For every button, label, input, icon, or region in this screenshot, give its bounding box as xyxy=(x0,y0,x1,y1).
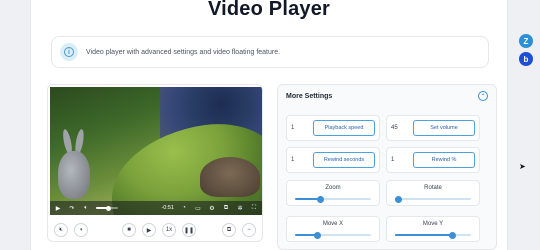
move-y-label: Move Y xyxy=(422,221,444,227)
speed-button[interactable]: 1x xyxy=(162,223,176,237)
page-container: Video Player i Video player with advance… xyxy=(30,0,508,250)
rewind-seconds-button[interactable]: Rewind seconds xyxy=(313,152,375,168)
rotate-label: Rotate xyxy=(424,185,442,191)
video-player-card: ▶ ↷ 🔈︎ -0:51 ◔ ▭ ⚙ ⧉ ✲ ⛶ 🔇︎ ◖ ■ ▶ 1x ❚❚ … xyxy=(47,84,263,242)
rewind-seconds-input[interactable]: 1 xyxy=(291,157,309,163)
rewind-percent-control: 1 Rewind % xyxy=(386,147,480,173)
volume-input[interactable]: 45 xyxy=(391,125,409,131)
z-badge-icon[interactable]: Z xyxy=(519,34,533,48)
stop-button[interactable]: ■ xyxy=(122,223,136,237)
settings-panel: More Settings ⌃ 1 Playback speed 45 Set … xyxy=(277,84,497,250)
info-icon: i xyxy=(60,43,78,61)
rewind-percent-button[interactable]: Rewind % xyxy=(413,152,475,168)
volume-icon[interactable]: 🔈︎ xyxy=(82,204,90,212)
fullscreen-icon[interactable]: ⛶ xyxy=(250,204,258,212)
playback-speed-input[interactable]: 1 xyxy=(291,125,309,131)
move-x-label: Move X xyxy=(322,221,344,227)
set-volume-button[interactable]: Set volume xyxy=(413,120,475,136)
rewind-percent-input[interactable]: 1 xyxy=(391,157,409,163)
playback-speed-control: 1 Playback speed xyxy=(286,115,380,141)
zoom-label: Zoom xyxy=(325,185,341,191)
playback-speed-button[interactable]: Playback speed xyxy=(313,120,375,136)
page-title: Video Player xyxy=(207,0,331,20)
rotate-slider-box: Rotate xyxy=(386,180,480,206)
move-x-slider[interactable] xyxy=(295,231,371,239)
move-y-slider[interactable] xyxy=(395,231,471,239)
set-volume-control: 45 Set volume xyxy=(386,115,480,141)
video-character-image xyxy=(58,128,90,199)
info-card: i Video player with advanced settings an… xyxy=(51,36,489,68)
chevron-up-icon[interactable]: ⌃ xyxy=(478,91,488,101)
time-remaining: -0:51 xyxy=(161,205,174,211)
zoom-slider[interactable] xyxy=(295,195,371,203)
play-icon[interactable]: ▶ xyxy=(54,204,62,212)
player-toolbar: 🔇︎ ◖ ■ ▶ 1x ❚❚ ⧉ − xyxy=(48,217,262,241)
settings-title: More Settings xyxy=(286,92,333,100)
volume-button[interactable]: ◖ xyxy=(74,223,88,237)
gear-icon[interactable]: ✲ xyxy=(236,204,244,212)
settings-icon[interactable]: ⚙ xyxy=(208,204,216,212)
minimize-button[interactable]: − xyxy=(242,223,256,237)
mute-button[interactable]: 🔇︎ xyxy=(54,223,68,237)
rewind-seconds-control: 1 Rewind seconds xyxy=(286,147,380,173)
pip-icon[interactable]: ⧉ xyxy=(222,204,230,212)
video-frame[interactable]: ▶ ↷ 🔈︎ -0:51 ◔ ▭ ⚙ ⧉ ✲ ⛶ xyxy=(50,87,262,215)
mouse-cursor-icon: ➤ xyxy=(519,162,526,171)
move-x-slider-box: Move X xyxy=(286,216,380,242)
speed-icon[interactable]: ◔ xyxy=(180,204,188,212)
pause-button[interactable]: ❚❚ xyxy=(182,223,196,237)
rotate-slider[interactable] xyxy=(395,195,471,203)
b-badge-icon[interactable]: b xyxy=(519,52,533,66)
move-y-slider-box: Move Y xyxy=(386,216,480,242)
info-text: Video player with advanced settings and … xyxy=(86,48,281,56)
settings-header[interactable]: More Settings ⌃ xyxy=(278,85,496,107)
skip-icon[interactable]: ↷ xyxy=(68,204,76,212)
float-window-button[interactable]: ⧉ xyxy=(222,223,236,237)
video-controls-bar: ▶ ↷ 🔈︎ -0:51 ◔ ▭ ⚙ ⧉ ✲ ⛶ xyxy=(50,201,262,215)
zoom-slider-box: Zoom xyxy=(286,180,380,206)
volume-slider[interactable] xyxy=(96,205,118,211)
play-button[interactable]: ▶ xyxy=(142,223,156,237)
captions-icon[interactable]: ▭ xyxy=(194,204,202,212)
